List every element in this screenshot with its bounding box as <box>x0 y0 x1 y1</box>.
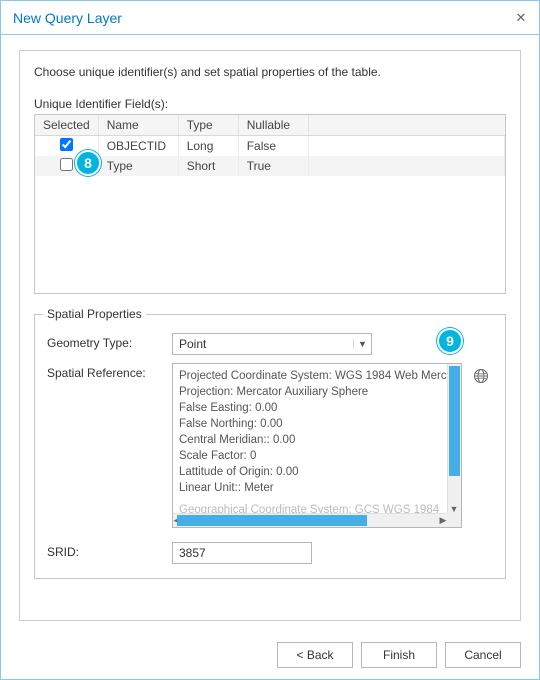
scrollbar-thumb[interactable] <box>177 515 367 526</box>
cancel-button[interactable]: Cancel <box>445 642 521 668</box>
globe-icon[interactable] <box>472 367 490 385</box>
cell-type: Short <box>178 156 238 176</box>
geometry-type-select[interactable]: Point ▼ <box>172 333 372 355</box>
row-checkbox[interactable] <box>60 138 73 151</box>
geometry-type-value: Point <box>173 337 353 351</box>
col-type[interactable]: Type <box>178 115 238 135</box>
table-row[interactable]: Type Short True <box>35 156 505 176</box>
content-inner: Choose unique identifier(s) and set spat… <box>19 50 521 621</box>
spatial-properties-group: Spatial Properties Geometry Type: Point … <box>34 314 506 579</box>
vertical-scrollbar[interactable]: ▼ <box>447 364 461 513</box>
table-header-row: Selected Name Type Nullable <box>35 115 505 135</box>
horizontal-scrollbar[interactable]: ◀ ▶ <box>173 513 447 527</box>
callout-9: 9 <box>437 328 463 354</box>
col-spacer <box>308 115 504 135</box>
table-row[interactable]: OBJECTID Long False <box>35 135 505 156</box>
cell-nullable: False <box>238 135 308 156</box>
content-area: Choose unique identifier(s) and set spat… <box>1 35 539 631</box>
instruction-text: Choose unique identifier(s) and set spat… <box>34 65 506 79</box>
callout-8: 8 <box>75 150 101 176</box>
geometry-type-label: Geometry Type: <box>47 333 172 350</box>
close-icon[interactable]: ✕ <box>513 10 529 26</box>
row-checkbox[interactable] <box>60 158 73 171</box>
button-bar: < Back Finish Cancel <box>1 631 539 679</box>
spatial-reference-box[interactable]: Projected Coordinate System: WGS 1984 We… <box>172 363 462 528</box>
spatial-reference-text: Projected Coordinate System: WGS 1984 We… <box>173 364 461 527</box>
titlebar: New Query Layer ✕ <box>1 1 539 35</box>
srid-input[interactable] <box>172 542 312 564</box>
uid-fields-label: Unique Identifier Field(s): <box>34 97 506 111</box>
col-nullable[interactable]: Nullable <box>238 115 308 135</box>
spatial-reference-label: Spatial Reference: <box>47 363 172 380</box>
dialog-title: New Query Layer <box>13 10 513 26</box>
col-selected[interactable]: Selected <box>35 115 98 135</box>
cell-type: Long <box>178 135 238 156</box>
new-query-layer-dialog: New Query Layer ✕ Choose unique identifi… <box>0 0 540 680</box>
col-name[interactable]: Name <box>98 115 178 135</box>
back-button[interactable]: < Back <box>277 642 353 668</box>
cell-name: OBJECTID <box>98 135 178 156</box>
chevron-down-icon: ▼ <box>353 339 371 349</box>
cell-nullable: True <box>238 156 308 176</box>
scrollbar-thumb[interactable] <box>449 366 460 476</box>
spatial-properties-legend: Spatial Properties <box>43 307 146 321</box>
uid-fields-table: Selected Name Type Nullable OBJECTID Lon… <box>34 114 506 294</box>
finish-button[interactable]: Finish <box>361 642 437 668</box>
scroll-corner <box>447 513 461 527</box>
srid-label: SRID: <box>47 542 172 559</box>
cell-name: Type <box>98 156 178 176</box>
